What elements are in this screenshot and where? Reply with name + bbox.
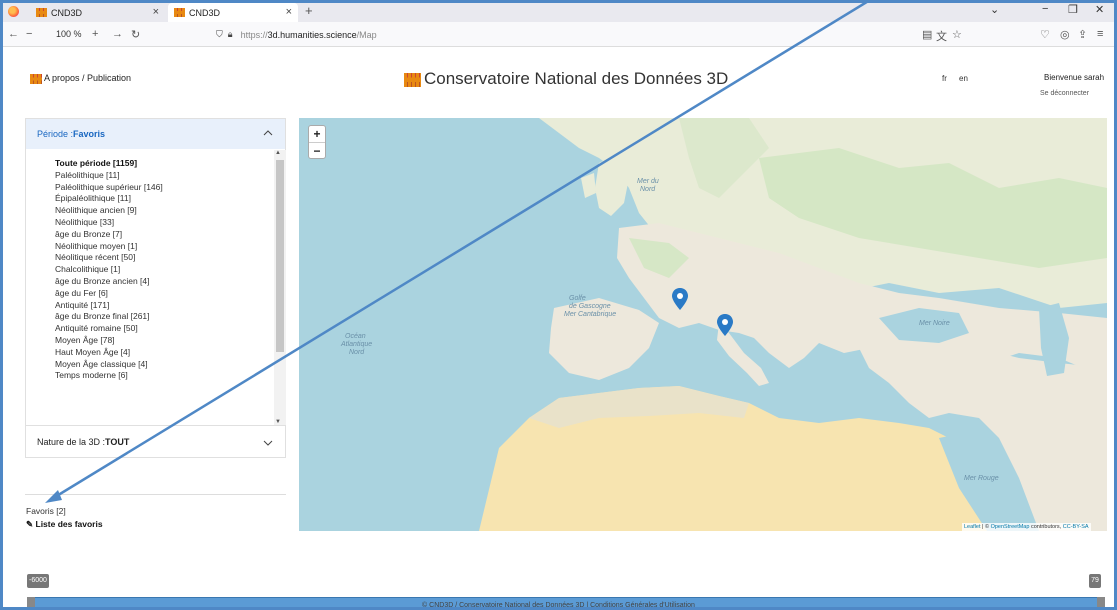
map-attribution: Leaflet | © OpenStreetMap contributors, …: [962, 523, 1091, 531]
translate-icon[interactable]: 文: [936, 28, 947, 44]
cnd3d-favicon-icon: [174, 8, 185, 17]
map-view[interactable]: Océan Atlantique Nord Mer du Nord Mer No…: [299, 118, 1107, 531]
chevron-down-icon[interactable]: [263, 438, 273, 448]
filter-sidebar: Période : Favoris Toute période [1159] Pa…: [25, 118, 286, 458]
browser-toolbar: ← − 100 % + → ↻ ⛉ 🔒︎ https://3d.humaniti…: [0, 22, 1117, 47]
map-label-mer-cantabrique: Mer Cantabrique: [564, 311, 616, 318]
firefox-icon: [8, 6, 19, 17]
period-list-item[interactable]: Néolithique ancien [9]: [26, 205, 286, 217]
slider-min-label: -6000: [27, 574, 49, 588]
map-label-ocean: Océan: [345, 333, 366, 340]
back-icon[interactable]: ←: [8, 28, 19, 40]
reload-icon[interactable]: ↻: [131, 28, 140, 41]
map-tiles[interactable]: Océan Atlantique Nord Mer du Nord Mer No…: [299, 118, 1107, 531]
divider: [25, 494, 286, 495]
edit-icon: ✎: [26, 519, 34, 529]
restore-icon[interactable]: ❐: [1068, 3, 1078, 16]
browser-tab-1[interactable]: CND3D ×: [30, 3, 165, 22]
nature-accordion-header[interactable]: Nature de la 3D : TOUT: [26, 425, 285, 458]
svg-text:de Gascogne: de Gascogne: [569, 303, 611, 310]
browser-tab-bar: CND3D × CND3D × + ⌄ − ❐ ✕: [0, 0, 1117, 22]
period-list-item[interactable]: Antiquité [171]: [26, 300, 286, 312]
about-link[interactable]: A propos / Publication: [30, 73, 131, 84]
period-list-item[interactable]: Néolitique récent [50]: [26, 252, 286, 264]
nature-label: Nature de la 3D :: [37, 437, 106, 447]
scrollbar-thumb[interactable]: [276, 160, 284, 352]
period-list-item[interactable]: Épipaléolithique [11]: [26, 193, 286, 205]
map-zoom-in-button[interactable]: +: [309, 126, 325, 142]
welcome-user[interactable]: Bienvenue sarah: [1044, 73, 1104, 82]
lang-en-link[interactable]: en: [959, 74, 968, 83]
map-label-golfe: Golfe: [569, 295, 586, 302]
period-list-item[interactable]: âge du Bronze final [261]: [26, 311, 286, 323]
tab-label: CND3D: [51, 7, 83, 18]
period-list-item[interactable]: âge du Fer [6]: [26, 288, 286, 300]
period-list-item[interactable]: Néolithique moyen [1]: [26, 241, 286, 253]
map-zoom-control: + −: [308, 125, 326, 159]
period-list-item[interactable]: Chalcolithique [1]: [26, 264, 286, 276]
reader-view-icon[interactable]: ▤: [922, 28, 932, 41]
tab-label: CND3D: [189, 7, 221, 18]
svg-text:Atlantique: Atlantique: [340, 341, 372, 348]
browser-tab-2[interactable]: CND3D ×: [168, 3, 298, 22]
forward-icon[interactable]: →: [112, 28, 123, 40]
period-list-item[interactable]: Paléolithique supérieur [146]: [26, 182, 286, 194]
period-list-scrollbar[interactable]: ▲ ▼: [274, 150, 286, 425]
close-tab-icon[interactable]: ×: [153, 6, 159, 18]
close-tab-icon[interactable]: ×: [286, 6, 292, 18]
zoom-in-icon[interactable]: +: [92, 28, 98, 40]
share-icon[interactable]: ⇪: [1078, 28, 1087, 41]
period-list-item[interactable]: Moyen Âge [78]: [26, 335, 286, 347]
chevron-up-icon[interactable]: [263, 128, 273, 138]
address-bar[interactable]: ⛉ 🔒︎ https://3d.humanities.science/Map: [210, 25, 970, 44]
leaflet-link[interactable]: Leaflet: [964, 524, 981, 530]
url-text: https://3d.humanities.science/Map: [240, 29, 377, 40]
lang-fr-link[interactable]: fr: [942, 74, 947, 83]
slider-max-label: 79: [1089, 574, 1101, 588]
period-accordion-header[interactable]: Période : Favoris: [26, 119, 285, 149]
period-value: Favoris: [73, 129, 106, 139]
svg-text:Nord: Nord: [349, 349, 365, 356]
period-label: Période :: [37, 129, 74, 139]
map-label-mer-du-nord: Mer du: [637, 178, 659, 185]
page-footer: © CND3D / Conservatoire National des Don…: [422, 602, 695, 609]
new-tab-icon[interactable]: +: [305, 3, 313, 18]
period-list-item[interactable]: âge du Bronze ancien [4]: [26, 276, 286, 288]
period-list-item[interactable]: Moyen Âge classique [4]: [26, 359, 286, 371]
menu-icon[interactable]: ≡: [1097, 28, 1103, 40]
map-label-mer-rouge: Mer Rouge: [964, 475, 999, 482]
favorites-count[interactable]: Favoris [2]: [26, 506, 66, 516]
cnd3d-logo-icon: [30, 73, 42, 84]
osm-link[interactable]: OpenStreetMap: [991, 524, 1030, 530]
pocket-icon[interactable]: ♡: [1040, 28, 1050, 41]
minimize-icon[interactable]: −: [1042, 3, 1048, 15]
account-icon[interactable]: ◎: [1060, 28, 1070, 41]
lock-icon: 🔒︎: [227, 29, 233, 39]
shield-icon: ⛉: [216, 29, 223, 39]
scroll-up-icon[interactable]: ▲: [275, 150, 281, 156]
logout-link[interactable]: Se déconnecter: [1040, 90, 1089, 97]
period-list-item[interactable]: âge du Bronze [7]: [26, 229, 286, 241]
period-list-item[interactable]: Paléolithique [11]: [26, 170, 286, 182]
favorites-list-link[interactable]: ✎ Liste des favoris: [26, 519, 103, 530]
svg-text:Nord: Nord: [640, 186, 656, 193]
period-list-item[interactable]: Haut Moyen Âge [4]: [26, 347, 286, 359]
cnd3d-favicon-icon: [36, 8, 47, 17]
bookmark-star-icon[interactable]: ☆: [952, 28, 962, 41]
close-window-icon[interactable]: ✕: [1095, 3, 1104, 16]
tab-list-chevron-icon[interactable]: ⌄: [990, 3, 999, 16]
map-label-mer-noire: Mer Noire: [919, 320, 950, 327]
page-title: Conservatoire National des Données 3D: [404, 69, 728, 89]
license-link[interactable]: CC-BY-SA: [1063, 524, 1089, 530]
zoom-level[interactable]: 100 %: [56, 29, 82, 39]
period-list-item[interactable]: Toute période [1159]: [26, 158, 286, 170]
period-list-item[interactable]: Antiquité romaine [50]: [26, 323, 286, 335]
nature-value: TOUT: [105, 437, 130, 447]
period-list: Toute période [1159] Paléolithique [11] Pa…: [26, 150, 286, 425]
period-list-item[interactable]: Néolithique [33]: [26, 217, 286, 229]
zoom-out-icon[interactable]: −: [26, 28, 32, 40]
cnd3d-logo-icon: [404, 72, 421, 87]
map-zoom-out-button[interactable]: −: [309, 142, 325, 158]
period-list-item[interactable]: Temps moderne [6]: [26, 370, 286, 382]
